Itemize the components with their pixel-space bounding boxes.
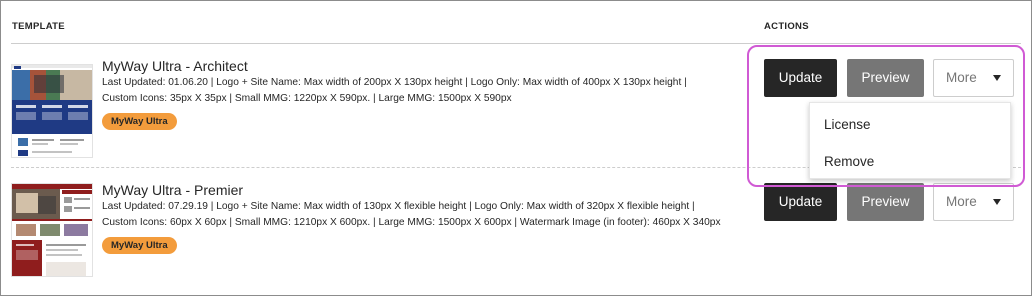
more-dropdown-button[interactable]: More [933, 183, 1014, 221]
update-button[interactable]: Update [764, 59, 837, 97]
description-line: Custom Icons: 60px X 60px | Small MMG: 1… [102, 217, 721, 228]
description-line: Last Updated: 07.29.19 | Logo + Site Nam… [102, 201, 695, 212]
caret-down-icon [993, 75, 1001, 81]
menu-item-license[interactable]: License [824, 117, 871, 132]
update-button[interactable]: Update [764, 183, 837, 221]
template-title-architect: MyWay Ultra - Architect [102, 58, 248, 74]
template-badge-premier: MyWay Ultra [102, 237, 177, 254]
more-dropdown-menu: License Remove [809, 102, 1011, 179]
more-dropdown-label: More [946, 70, 977, 85]
template-badge-architect: MyWay Ultra [102, 113, 177, 130]
template-thumbnail-premier [11, 183, 93, 277]
more-dropdown-button[interactable]: More [933, 59, 1014, 97]
column-header-template: TEMPLATE [12, 21, 65, 32]
menu-item-remove[interactable]: Remove [824, 154, 874, 169]
template-title-premier: MyWay Ultra - Premier [102, 182, 244, 198]
template-description-premier: Last Updated: 07.29.19 | Logo + Site Nam… [102, 199, 742, 231]
template-thumbnail-architect [11, 64, 93, 158]
preview-button[interactable]: Preview [847, 183, 924, 221]
header-divider [11, 43, 1021, 44]
caret-down-icon [993, 199, 1001, 205]
template-description-architect: Last Updated: 01.06.20 | Logo + Site Nam… [102, 75, 742, 107]
preview-button[interactable]: Preview [847, 59, 924, 97]
description-line: Custom Icons: 35px X 35px | Small MMG: 1… [102, 93, 512, 104]
templates-panel: TEMPLATE ACTIONS MyWay Ultra - Architect… [0, 0, 1032, 296]
description-line: Last Updated: 01.06.20 | Logo + Site Nam… [102, 77, 687, 88]
column-header-actions: ACTIONS [764, 21, 809, 32]
more-dropdown-label: More [946, 194, 977, 209]
